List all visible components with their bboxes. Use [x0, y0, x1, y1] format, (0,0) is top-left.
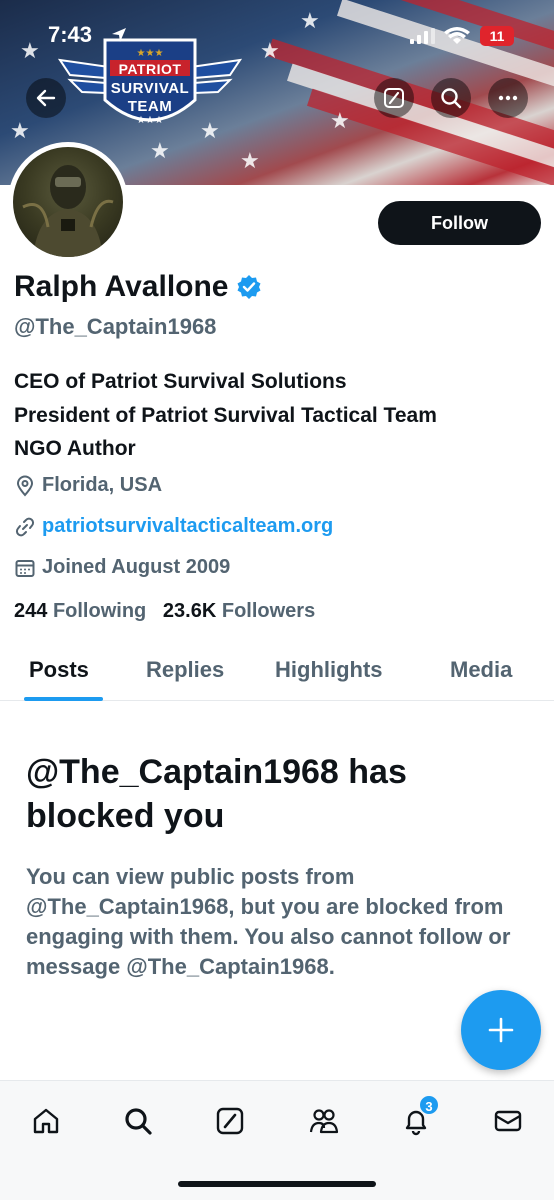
blocked-description: You can view public posts from @The_Capt… — [26, 864, 511, 979]
home-icon — [33, 1108, 59, 1134]
joined-text: Joined August 2009 — [42, 556, 231, 578]
profile-avatar[interactable] — [8, 142, 128, 262]
battery-indicator: 11 — [480, 26, 514, 46]
nav-grok[interactable] — [208, 1099, 252, 1143]
followers-label: Followers — [221, 600, 316, 622]
followers-link[interactable]: 23.6K Followers — [163, 600, 315, 622]
status-bar: 7:43 11 — [0, 22, 554, 52]
location-arrow-icon — [112, 28, 126, 42]
search-button[interactable] — [431, 78, 471, 118]
star-icon: ★ — [150, 138, 170, 163]
location-pin-icon — [16, 475, 34, 497]
back-button[interactable] — [26, 78, 66, 118]
profile-joined: Joined August 2009 — [14, 556, 230, 579]
messages-envelope-icon — [494, 1110, 522, 1132]
search-icon — [441, 88, 462, 109]
profile-tabs: Posts Replies Highlights Media — [0, 645, 554, 701]
back-arrow-icon — [36, 89, 56, 107]
tab-media[interactable]: Media — [450, 657, 512, 683]
notification-badge: 3 — [418, 1094, 440, 1116]
grok-icon — [216, 1107, 244, 1135]
logo-line-2: SURVIVAL — [110, 80, 190, 97]
bio-line: President of Patriot Survival Tactical T… — [14, 403, 437, 427]
more-icon — [498, 95, 518, 101]
grok-icon — [384, 88, 404, 108]
calendar-icon — [15, 559, 35, 577]
wifi-icon — [444, 27, 470, 44]
nav-messages[interactable] — [486, 1099, 530, 1143]
plus-icon — [488, 1017, 514, 1043]
following-count: 244 — [14, 600, 48, 622]
more-options-button[interactable] — [488, 78, 528, 118]
compose-post-button[interactable] — [461, 990, 541, 1070]
profile-stats: 244 Following 23.6K Followers — [14, 600, 315, 623]
home-indicator — [178, 1181, 376, 1187]
bio-line: NGO Author — [14, 437, 136, 460]
followers-count: 23.6K — [162, 600, 217, 622]
star-icon: ★ — [240, 148, 260, 173]
logo-line-3: TEAM — [127, 98, 173, 115]
bio-line: CEO of Patriot Survival Solutions — [14, 370, 347, 393]
blocked-title: @The_Captain1968 has blocked you — [26, 753, 407, 835]
nav-communities[interactable] — [302, 1099, 346, 1143]
svg-text:★★★: ★★★ — [137, 115, 164, 126]
tab-replies[interactable]: Replies — [146, 657, 224, 683]
cellular-signal-icon — [410, 28, 435, 44]
active-tab-indicator — [24, 697, 103, 701]
grok-button[interactable] — [374, 78, 414, 118]
following-label: Following — [52, 600, 147, 622]
nav-search[interactable] — [116, 1099, 160, 1143]
profile-location: Florida, USA — [14, 474, 162, 497]
website-link[interactable]: patriotsurvivaltacticalteam.org — [42, 515, 333, 538]
profile-handle: @The_Captain1968 — [14, 314, 217, 339]
following-link[interactable]: 244 Following — [14, 600, 146, 622]
status-time: 7:43 — [48, 22, 93, 47]
verified-badge-icon[interactable] — [236, 274, 262, 300]
profile-name-row: Ralph Avallone — [14, 270, 262, 304]
profile-website[interactable]: patriotsurvivaltacticalteam.org — [14, 515, 333, 538]
profile-bio: CEO of Patriot Survival Solutions Presid… — [14, 365, 437, 466]
location-text: Florida, USA — [42, 474, 163, 496]
star-icon: ★ — [330, 108, 350, 133]
search-icon — [125, 1108, 152, 1135]
star-icon: ★ — [10, 118, 30, 143]
logo-line-1: PATRIOT — [118, 61, 182, 77]
link-icon — [15, 517, 35, 536]
tab-highlights[interactable]: Highlights — [275, 657, 383, 683]
tab-posts[interactable]: Posts — [29, 657, 89, 683]
avatar-image — [13, 147, 123, 257]
communities-icon — [309, 1109, 339, 1134]
nav-home[interactable] — [24, 1099, 68, 1143]
profile-name: Ralph Avallone — [14, 270, 229, 303]
nav-notifications[interactable]: 3 — [394, 1094, 440, 1143]
follow-button[interactable]: Follow — [378, 201, 541, 245]
